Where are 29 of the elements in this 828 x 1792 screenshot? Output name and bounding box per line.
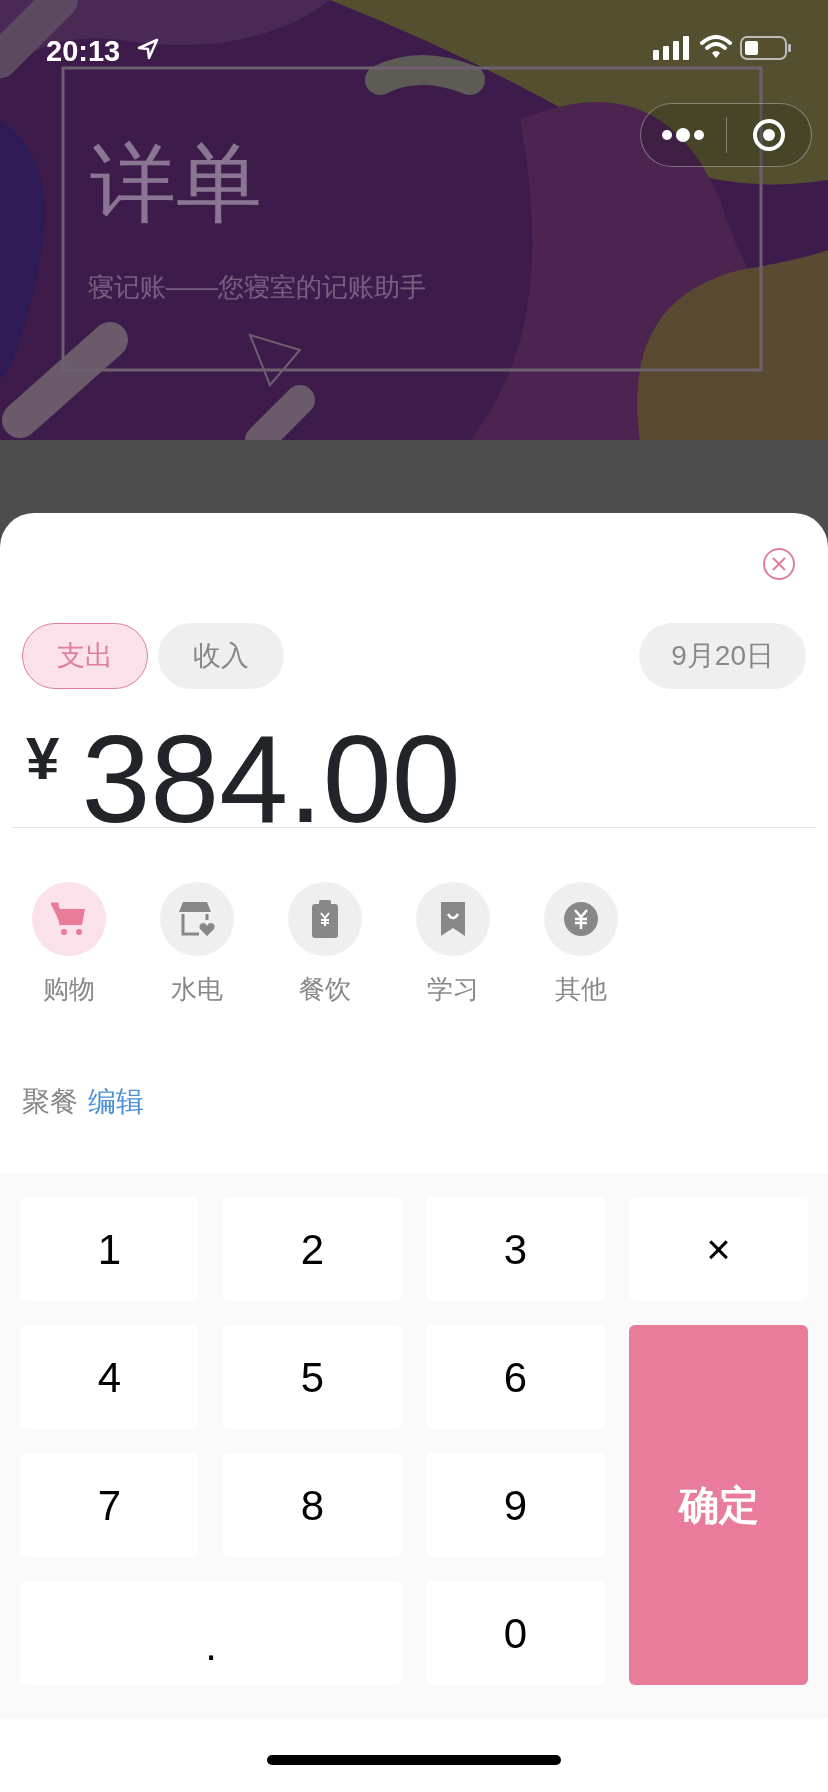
number-key[interactable]: 1	[20, 1197, 199, 1301]
decimal-key[interactable]: .	[20, 1581, 402, 1685]
signal-icon	[653, 36, 689, 60]
number-key[interactable]: 8	[223, 1453, 402, 1557]
delete-key[interactable]: ×	[629, 1197, 808, 1301]
wifi-icon	[700, 35, 732, 59]
receipt-icon	[310, 900, 340, 938]
close-button[interactable]	[762, 547, 796, 581]
number-key[interactable]: 6	[426, 1325, 605, 1429]
bookmark-icon	[439, 900, 467, 938]
status-time: 20:13	[46, 34, 121, 69]
number-key[interactable]: 9	[426, 1453, 605, 1557]
storefront-icon	[177, 900, 217, 938]
target-icon	[751, 118, 786, 152]
number-key[interactable]: 3	[426, 1197, 605, 1301]
number-key[interactable]: 2	[223, 1197, 402, 1301]
number-key[interactable]: 5	[223, 1325, 402, 1429]
battery-icon	[740, 36, 792, 60]
number-key[interactable]: 0	[426, 1581, 605, 1685]
currency-symbol: ¥	[26, 729, 60, 789]
location-arrow-icon	[137, 38, 159, 60]
page-title: 详单	[90, 140, 262, 226]
number-key[interactable]: 4	[20, 1325, 199, 1429]
close-icon	[762, 547, 796, 581]
note-text: 聚餐	[22, 1085, 78, 1119]
number-key[interactable]: 7	[20, 1453, 199, 1557]
amount-value: 384.00	[81, 717, 461, 841]
subtitle: 寝记账——您寝室的记账助手	[88, 271, 426, 304]
yen-coin-icon	[563, 901, 599, 937]
